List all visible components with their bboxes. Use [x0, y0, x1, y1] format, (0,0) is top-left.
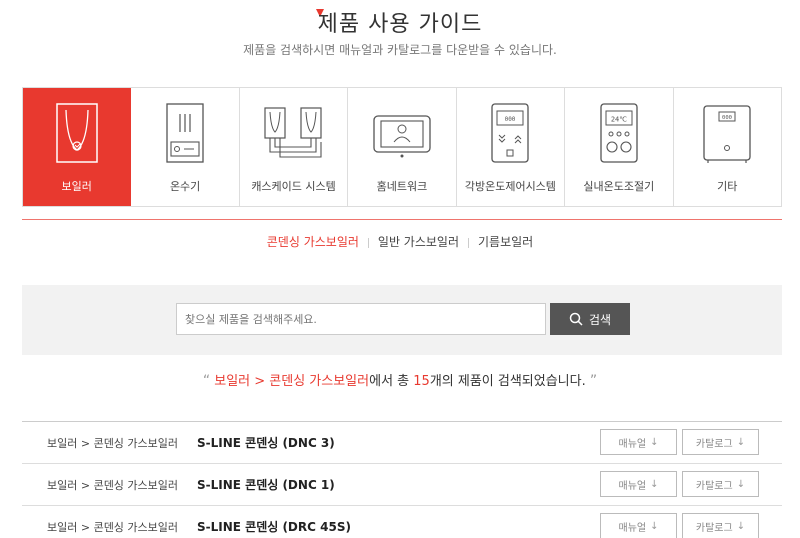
category-label: 온수기: [169, 180, 201, 193]
page-title: 제품 사용 가이드: [317, 12, 483, 37]
page-header: 제품 사용 가이드 제품을 검색하시면 매뉴얼과 카탈로그를 다운받을 수 있습…: [0, 0, 800, 80]
search-input[interactable]: [176, 303, 546, 335]
search-result-summary: “ 보일러 > 콘덴싱 가스보일러에서 총 15개의 제품이 검색되었습니다. …: [0, 370, 800, 389]
manual-label: 매뉴얼: [618, 438, 647, 450]
room-control-display-text: 000: [505, 116, 516, 123]
catalog-label: 카탈로그: [695, 438, 733, 450]
page-subtitle: 제품을 검색하시면 매뉴얼과 카탈로그를 다운받을 수 있습니다.: [243, 43, 557, 57]
tab-oil-boiler[interactable]: 기름보일러: [469, 233, 542, 250]
product-category: 보일러 > 콘덴싱 가스보일러: [47, 479, 179, 492]
catalog-download-button[interactable]: 카탈로그 ↓: [682, 471, 759, 497]
result-count: 15: [413, 374, 430, 389]
category-label: 기타: [717, 180, 738, 193]
category-label: 홈네트워크: [376, 180, 428, 193]
catalog-label: 카탈로그: [695, 522, 733, 534]
download-icon: ↓: [650, 436, 659, 448]
catalog-download-button[interactable]: 카탈로그 ↓: [682, 513, 759, 538]
category-label: 각방온도제어시스템: [464, 180, 556, 193]
category-label: 캐스케이드 시스템: [251, 180, 336, 193]
download-icon: ↓: [650, 520, 659, 532]
result-end: 개의 제품이 검색되었습니다.: [429, 374, 586, 389]
search-area: 검색: [22, 285, 782, 355]
manual-download-button[interactable]: 매뉴얼 ↓: [600, 471, 677, 497]
download-icon: ↓: [736, 520, 746, 532]
etc-display-text: 000: [722, 115, 732, 121]
boiler-icon: [55, 103, 98, 163]
section-divider: [22, 219, 782, 220]
manual-download-button[interactable]: 매뉴얼 ↓: [600, 513, 677, 538]
water-heater-icon: [166, 103, 204, 163]
result-middle: 에서 총: [369, 374, 414, 389]
thermostat-display-text: 24℃: [611, 116, 627, 124]
category-label: 보일러: [61, 180, 92, 193]
search-button-label: 검색: [588, 312, 612, 327]
manual-download-button[interactable]: 매뉴얼 ↓: [600, 429, 677, 455]
product-name: S-LINE 콘덴싱 (DNC 1): [197, 478, 335, 492]
cascade-system-icon: [263, 107, 322, 158]
manual-label: 매뉴얼: [618, 480, 647, 492]
download-icon: ↓: [650, 478, 659, 490]
category-room-control[interactable]: 000 각방온도제어시스템: [456, 88, 566, 206]
category-cascade[interactable]: 캐스케이드 시스템: [239, 88, 349, 206]
tab-condensing-gas-boiler[interactable]: 콘덴싱 가스보일러: [258, 233, 368, 250]
manual-label: 매뉴얼: [618, 522, 647, 534]
category-boiler[interactable]: 보일러: [23, 88, 132, 206]
category-thermostat[interactable]: 24℃ 실내온도조절기: [565, 88, 674, 206]
table-row: 보일러 > 콘덴싱 가스보일러 S-LINE 콘덴싱 (DNC 3) 매뉴얼 ↓ …: [22, 422, 782, 464]
product-category: 보일러 > 콘덴싱 가스보일러: [47, 521, 179, 534]
catalog-label: 카탈로그: [695, 480, 733, 492]
product-category: 보일러 > 콘덴싱 가스보일러: [47, 437, 179, 450]
thermostat-icon: 24℃: [600, 103, 638, 163]
product-list: 보일러 > 콘덴싱 가스보일러 S-LINE 콘덴싱 (DNC 3) 매뉴얼 ↓ …: [22, 421, 782, 538]
category-label: 실내온도조절기: [583, 180, 655, 193]
table-row: 보일러 > 콘덴싱 가스보일러 S-LINE 콘덴싱 (DRC 45S) 매뉴얼…: [22, 506, 782, 538]
tab-general-gas-boiler[interactable]: 일반 가스보일러: [369, 233, 468, 250]
room-control-icon: 000: [491, 103, 530, 163]
category-etc[interactable]: 000 기타: [673, 88, 781, 206]
home-network-icon: [373, 115, 431, 158]
result-path: 보일러 > 콘덴싱 가스보일러: [214, 374, 370, 389]
close-quote: ”: [589, 373, 598, 389]
category-home-network[interactable]: 홈네트워크: [348, 88, 457, 206]
catalog-download-button[interactable]: 카탈로그 ↓: [682, 429, 759, 455]
search-icon: [569, 312, 583, 326]
table-row: 보일러 > 콘덴싱 가스보일러 S-LINE 콘덴싱 (DNC 1) 매뉴얼 ↓ …: [22, 464, 782, 506]
open-quote: “: [202, 373, 211, 389]
etc-device-icon: 000: [703, 105, 751, 163]
download-icon: ↓: [736, 436, 746, 448]
category-grid: 보일러 온수기 캐스케이드 시스템 홈네트워크 000 각방온도제어시스템 24…: [22, 87, 782, 207]
product-name: S-LINE 콘덴싱 (DNC 3): [197, 436, 335, 450]
search-button[interactable]: 검색: [550, 303, 630, 335]
product-name: S-LINE 콘덴싱 (DRC 45S): [197, 520, 351, 534]
category-water-heater[interactable]: 온수기: [131, 88, 240, 206]
download-icon: ↓: [736, 478, 746, 490]
subcategory-tabs: 콘덴싱 가스보일러 일반 가스보일러 기름보일러: [0, 233, 800, 250]
